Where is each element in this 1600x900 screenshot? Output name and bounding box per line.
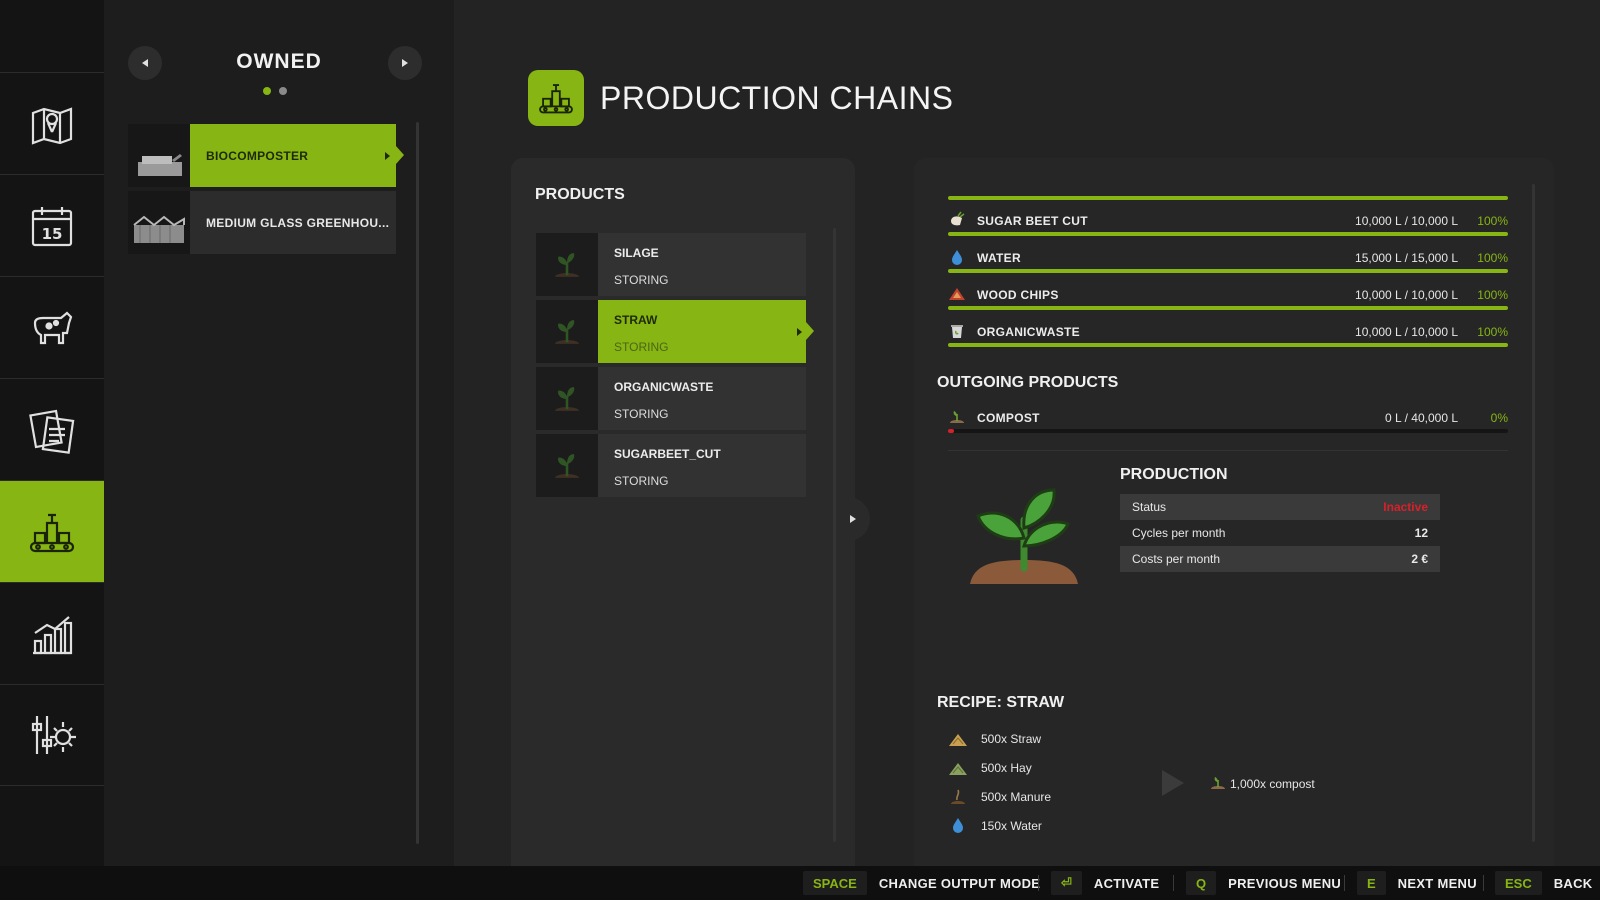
plant-icon: [555, 252, 579, 277]
outgoing-products-title: OUTGOING PRODUCTS: [937, 374, 1119, 391]
recipe-title: RECIPE: STRAW: [937, 694, 1065, 711]
production-icon: [29, 513, 75, 552]
hint-previous-menu[interactable]: Q PREVIOUS MENU: [1186, 866, 1341, 900]
owned-item-label: MEDIUM GLASS GREENHOU...: [206, 215, 390, 230]
hint-change-output-mode[interactable]: SPACE CHANGE OUTPUT MODE: [803, 866, 1040, 900]
woodchips-icon: [949, 288, 965, 300]
outgoing-compost: COMPOST 0 L / 40,000 L 0%: [948, 408, 1508, 444]
details-panel: SUGAR BEET CUT 10,000 L / 10,000 L 100% …: [914, 158, 1554, 866]
key-esc: ESC: [1495, 871, 1542, 895]
product-name: STRAW: [614, 313, 658, 327]
products-scrollbar[interactable]: [833, 228, 836, 842]
product-item-organicwaste[interactable]: ORGANICWASTE STORING: [536, 367, 806, 430]
rail-item-calendar[interactable]: 15: [0, 174, 104, 276]
product-name: SUGARBEET_CUT: [614, 447, 721, 461]
biocomposter-thumbnail: [128, 124, 190, 187]
key-q: Q: [1186, 871, 1217, 895]
plant-illustration-icon: [970, 488, 1078, 584]
hint-next-menu[interactable]: E NEXT MENU: [1357, 866, 1477, 900]
compost-icon: [950, 411, 964, 423]
rail-item-map[interactable]: [0, 72, 104, 174]
statistics-icon: [33, 615, 73, 654]
incoming-sugar-beet-cut: SUGAR BEET CUT 10,000 L / 10,000 L 100%: [948, 211, 1508, 247]
water-drop-icon: [952, 250, 962, 265]
storage-bar-clipped: [948, 196, 1508, 200]
product-status: STORING: [614, 407, 669, 421]
product-item-sugarbeet-cut[interactable]: SUGARBEET_CUT STORING: [536, 434, 806, 497]
products-list: SILAGE STORING STRAW STORING ORGANICWAST…: [536, 233, 814, 501]
map-icon: [31, 106, 73, 145]
product-name: ORGANICWASTE: [614, 380, 714, 394]
cow-icon: [33, 311, 73, 344]
rail-item-settings[interactable]: [0, 684, 104, 786]
production-row-costs: Costs per month 2 €: [1120, 546, 1440, 572]
plant-icon: [555, 386, 579, 411]
rail-item-animals[interactable]: [0, 276, 104, 378]
details-scrollbar[interactable]: [1532, 184, 1535, 842]
production-chains-icon: [528, 70, 584, 126]
hint-back[interactable]: ESC BACK: [1495, 866, 1593, 900]
production-row-status: Status Inactive: [1120, 494, 1440, 520]
owned-item-biocomposter[interactable]: BIOCOMPOSTER: [128, 124, 404, 187]
page-dot-2[interactable]: [279, 87, 287, 95]
recipe-arrow-icon: [1162, 770, 1184, 796]
hay-icon: [949, 763, 967, 775]
greenhouse-thumbnail: [128, 191, 190, 254]
key-enter: ⏎: [1051, 871, 1082, 895]
status-value: Inactive: [1383, 500, 1428, 514]
rail-item-production[interactable]: [0, 480, 112, 582]
owned-item-greenhouse[interactable]: MEDIUM GLASS GREENHOU...: [128, 191, 396, 254]
production-table: Status Inactive Cycles per month 12 Cost…: [1120, 494, 1440, 572]
manure-icon: [951, 789, 965, 804]
page-title: PRODUCTION CHAINS: [600, 80, 954, 116]
product-item-silage[interactable]: SILAGE STORING: [536, 233, 806, 296]
page-dot-1[interactable]: [263, 87, 271, 95]
product-status: STORING: [614, 273, 669, 287]
production-row-cycles: Cycles per month 12: [1132, 526, 1428, 540]
key-space: SPACE: [803, 871, 867, 895]
owned-scrollbar[interactable]: [416, 122, 419, 844]
rail-item-contracts[interactable]: [0, 378, 104, 480]
sugarbeet-icon: [951, 211, 965, 226]
key-e: E: [1357, 871, 1386, 895]
product-name: SILAGE: [614, 246, 659, 260]
straw-icon: [949, 734, 967, 746]
settings-icon: [31, 716, 76, 754]
incoming-water: WATER 15,000 L / 15,000 L 100%: [948, 248, 1508, 284]
contracts-icon: [29, 409, 75, 454]
products-panel: PRODUCTS SILAGE STORING STRAW STORING OR…: [511, 158, 855, 866]
product-status: STORING: [614, 474, 669, 488]
production-title: PRODUCTION: [1120, 466, 1228, 483]
calendar-icon: 15: [31, 206, 73, 246]
product-status: STORING: [614, 340, 669, 354]
owned-next-button[interactable]: [388, 46, 422, 80]
products-title: PRODUCTS: [535, 186, 625, 203]
chevron-right-icon: [402, 59, 408, 67]
input-hints-bar: SPACE CHANGE OUTPUT MODE ⏎ ACTIVATE Q PR…: [0, 866, 1600, 900]
incoming-organicwaste: ORGANICWASTE 10,000 L / 10,000 L 100%: [948, 322, 1508, 358]
svg-text:15: 15: [42, 225, 63, 243]
page-indicator: [263, 87, 287, 95]
expand-details-toggle[interactable]: [840, 497, 870, 541]
water-drop-icon: [953, 818, 963, 833]
main-menu-rail: 15: [0, 0, 112, 866]
incoming-wood-chips: WOOD CHIPS 10,000 L / 10,000 L 100%: [948, 285, 1508, 321]
compost-icon: [1211, 777, 1225, 789]
rail-item-statistics[interactable]: [0, 582, 104, 684]
hint-activate[interactable]: ⏎ ACTIVATE: [1051, 866, 1159, 900]
plant-icon: [555, 453, 579, 478]
plant-icon: [555, 319, 579, 344]
product-item-straw[interactable]: STRAW STORING: [536, 300, 814, 363]
organicwaste-icon: [951, 325, 963, 338]
owned-panel: OWNED BIOCOMPOSTER MEDIUM GLASS GREENHOU…: [104, 0, 454, 866]
owned-list: BIOCOMPOSTER MEDIUM GLASS GREENHOU...: [128, 124, 404, 258]
owned-item-label: BIOCOMPOSTER: [190, 124, 396, 187]
